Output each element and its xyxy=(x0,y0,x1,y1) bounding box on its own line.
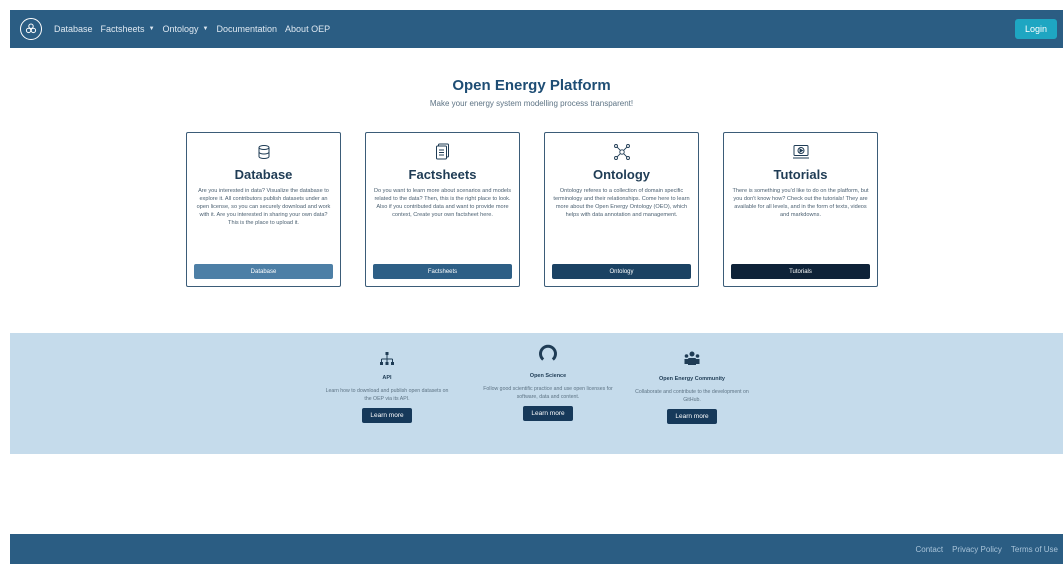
factsheets-button[interactable]: Factsheets xyxy=(373,264,512,279)
caret-down-icon: ▼ xyxy=(202,26,209,32)
nav-factsheets[interactable]: Factsheets ▼ xyxy=(101,24,155,34)
open-science-icon xyxy=(538,343,558,365)
feature-description: Follow good scientific practice and use … xyxy=(483,386,613,400)
top-navbar: Database Factsheets ▼ Ontology ▼ Documenta… xyxy=(10,10,1063,48)
api-hierarchy-icon xyxy=(379,351,395,369)
card-title: Ontology xyxy=(592,167,651,182)
tutorial-icon xyxy=(792,143,810,161)
database-icon xyxy=(256,143,272,161)
learn-more-api-button[interactable]: Learn more xyxy=(362,408,412,423)
card-tutorials: Tutorials There is something you'd like … xyxy=(723,132,878,287)
card-description: There is something you'd like to do on t… xyxy=(732,188,869,218)
feature-title: API xyxy=(382,375,392,381)
nav-about[interactable]: About OEP xyxy=(285,24,330,34)
caret-down-icon: ▼ xyxy=(148,26,155,32)
tutorials-button[interactable]: Tutorials xyxy=(731,264,870,279)
card-description: Are you interested in data? Visualize th… xyxy=(196,188,331,226)
footer-link-terms[interactable]: Terms of Use xyxy=(1011,545,1058,554)
factsheet-icon xyxy=(435,143,451,161)
feature-api: API Learn how to download and publish op… xyxy=(322,351,452,423)
page-title: Open Energy Platform xyxy=(452,77,611,94)
feature-title: Open Energy Community xyxy=(658,376,725,382)
page-subtitle: Make your energy system modelling proces… xyxy=(429,99,634,108)
card-description: Do you want to learn more about scenario… xyxy=(373,188,512,218)
community-icon xyxy=(683,350,701,370)
card-title: Tutorials xyxy=(773,167,828,182)
login-button[interactable]: Login xyxy=(1014,19,1057,39)
footer: Contact Privacy Policy Terms of Use xyxy=(10,534,1063,564)
oep-logo-icon[interactable] xyxy=(20,18,42,40)
feature-open-science: Open Science Follow good scientific prac… xyxy=(483,343,613,421)
nav-database[interactable]: Database xyxy=(54,24,93,34)
card-title: Database xyxy=(234,167,293,182)
card-factsheets: Factsheets Do you want to learn more abo… xyxy=(365,132,520,287)
card-ontology: Ontology Ontology referes to a collectio… xyxy=(544,132,699,287)
card-title: Factsheets xyxy=(408,167,477,182)
card-database: Database Are you interested in data? Vis… xyxy=(186,132,341,287)
footer-link-contact[interactable]: Contact xyxy=(916,545,944,554)
ontology-icon xyxy=(613,143,631,161)
database-button[interactable]: Database xyxy=(194,264,333,279)
learn-more-community-button[interactable]: Learn more xyxy=(667,409,717,424)
ontology-button[interactable]: Ontology xyxy=(552,264,691,279)
nav-documentation[interactable]: Documentation xyxy=(217,24,278,34)
footer-link-privacy[interactable]: Privacy Policy xyxy=(952,545,1002,554)
feature-title: Open Science xyxy=(529,373,567,379)
feature-description: Learn how to download and publish open d… xyxy=(325,388,449,402)
card-description: Ontology referes to a collection of doma… xyxy=(553,188,690,218)
feature-community: Open Energy Community Collaborate and co… xyxy=(627,350,757,424)
features-band: API Learn how to download and publish op… xyxy=(10,333,1063,454)
feature-description: Collaborate and contribute to the develo… xyxy=(635,389,749,403)
learn-more-open-science-button[interactable]: Learn more xyxy=(523,406,573,421)
nav-ontology[interactable]: Ontology ▼ xyxy=(163,24,209,34)
